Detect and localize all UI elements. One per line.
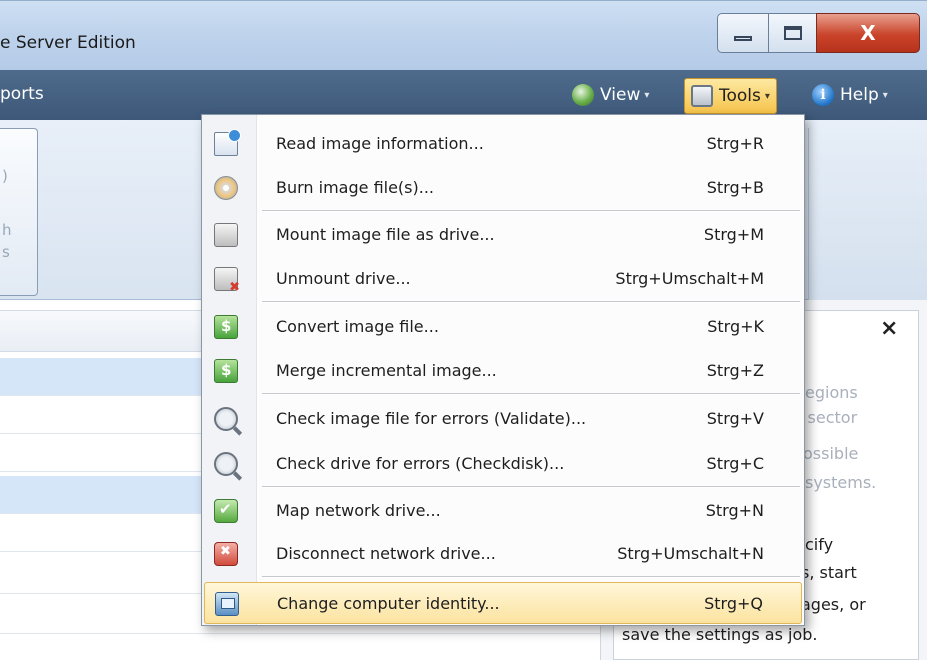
chevron-down-icon: ▾ <box>764 90 770 102</box>
menu-item-label: Disconnect network drive... <box>276 544 496 563</box>
help-icon: i <box>812 84 834 106</box>
menu-separator <box>262 301 800 303</box>
info-text: l sector <box>798 408 858 427</box>
menu-item-label: Map network drive... <box>276 501 441 520</box>
menu-item-shortcut: Strg+C <box>706 454 764 473</box>
menu-item-merge-image[interactable]: Merge incremental image... Strg+Z <box>204 350 802 392</box>
menu-item-shortcut: Strg+Umschalt+M <box>615 269 764 288</box>
info-text: s, start <box>801 563 857 582</box>
menu-item-shortcut: Strg+B <box>706 178 764 197</box>
menu-reports-label: ports <box>0 84 44 104</box>
tools-icon <box>691 85 713 107</box>
menu-item-mount-image[interactable]: Mount image file as drive... Strg+M <box>204 214 802 256</box>
computer-identity-icon <box>215 592 239 616</box>
view-icon <box>572 84 594 106</box>
disconnect-network-icon <box>214 542 238 566</box>
menu-item-shortcut: Strg+N <box>705 501 764 520</box>
mount-drive-icon <box>214 223 238 247</box>
burn-disc-icon <box>214 176 238 200</box>
close-button[interactable]: X <box>816 13 920 53</box>
minimize-icon <box>734 35 752 41</box>
menu-item-shortcut: Strg+R <box>706 134 764 153</box>
maximize-icon <box>783 26 802 40</box>
menu-item-shortcut: Strg+Umschalt+N <box>617 544 764 563</box>
menu-item-label: Unmount drive... <box>276 269 411 288</box>
menu-item-label: Check image file for errors (Validate)..… <box>276 409 587 428</box>
ribbon-group[interactable]: ) h s <box>0 128 38 296</box>
menu-view[interactable]: View ▾ <box>572 84 649 106</box>
menu-item-label: Merge incremental image... <box>276 361 497 380</box>
menu-item-burn-image[interactable]: Burn image file(s)... Strg+B <box>204 167 802 209</box>
unmount-drive-icon <box>214 267 240 295</box>
info-text: cify <box>805 535 834 554</box>
menu-item-label: Change computer identity... <box>277 594 500 613</box>
menu-help[interactable]: i Help ▾ <box>812 84 888 106</box>
maximize-button[interactable] <box>768 13 817 53</box>
menu-tools-label: Tools <box>719 86 761 106</box>
info-text: ossible <box>803 444 859 463</box>
window-title: e Server Edition <box>0 33 136 53</box>
info-text: egions <box>805 383 858 402</box>
menu-item-map-network-drive[interactable]: Map network drive... Strg+N <box>204 490 802 532</box>
menu-view-label: View <box>600 85 641 105</box>
menu-item-label: Check drive for errors (Checkdisk)... <box>276 454 565 473</box>
menu-reports[interactable]: ports <box>0 84 44 104</box>
chevron-down-icon: ▾ <box>644 89 650 101</box>
menu-separator <box>262 210 800 212</box>
menu-item-shortcut: Strg+V <box>706 409 764 428</box>
menu-item-validate-image[interactable]: Check image file for errors (Validate)..… <box>204 398 802 440</box>
menu-item-label: Mount image file as drive... <box>276 225 495 244</box>
menu-separator <box>262 576 800 578</box>
menu-item-change-computer-identity[interactable]: Change computer identity... Strg+Q <box>204 582 802 624</box>
menu-item-shortcut: Strg+M <box>703 225 764 244</box>
menu-item-checkdisk[interactable]: Check drive for errors (Checkdisk)... St… <box>204 443 802 485</box>
menu-item-label: Read image information... <box>276 134 484 153</box>
menu-item-label: Convert image file... <box>276 317 439 336</box>
ribbon-text-fragment: h <box>2 221 12 239</box>
menu-help-label: Help <box>840 85 879 105</box>
info-text: systems. <box>805 473 877 492</box>
menu-separator <box>262 393 800 395</box>
minimize-button[interactable] <box>717 13 769 53</box>
chevron-down-icon: ▾ <box>882 89 888 101</box>
title-bar: e Server Edition X <box>0 0 927 70</box>
map-network-icon <box>214 499 238 523</box>
info-text: ages, or <box>801 595 866 614</box>
menu-item-read-image-information[interactable]: Read image information... Strg+R <box>204 123 802 165</box>
menu-item-shortcut: Strg+K <box>707 317 764 336</box>
menu-item-label: Burn image file(s)... <box>276 178 435 197</box>
info-close-icon[interactable]: × <box>880 316 898 341</box>
menu-item-disconnect-network-drive[interactable]: Disconnect network drive... Strg+Umschal… <box>204 533 802 575</box>
ribbon-text-fragment: ) <box>2 167 8 185</box>
ribbon-group-right <box>808 128 927 300</box>
menu-item-shortcut: Strg+Q <box>704 594 763 613</box>
checkdisk-icon <box>214 452 238 476</box>
close-icon: X <box>860 21 876 45</box>
merge-icon <box>214 359 238 383</box>
menu-item-unmount-drive[interactable]: Unmount drive... Strg+Umschalt+M <box>204 258 802 300</box>
menu-bar: ports View ▾ Tools ▾ i Help ▾ <box>0 70 927 120</box>
convert-icon <box>214 315 238 339</box>
menu-tools[interactable]: Tools ▾ <box>684 78 777 114</box>
ribbon-text-fragment: s <box>2 243 10 261</box>
validate-icon <box>214 407 238 431</box>
read-info-icon <box>214 129 241 156</box>
menu-item-shortcut: Strg+Z <box>706 361 764 380</box>
tools-dropdown-menu: Read image information... Strg+R Burn im… <box>201 114 805 626</box>
menu-separator <box>262 486 800 488</box>
menu-item-convert-image[interactable]: Convert image file... Strg+K <box>204 306 802 348</box>
